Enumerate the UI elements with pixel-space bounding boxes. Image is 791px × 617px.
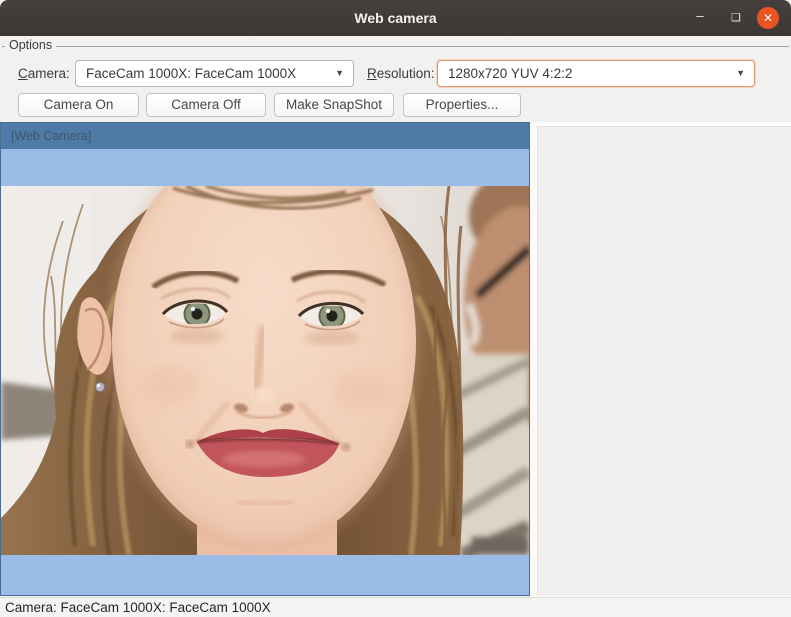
camera-dropdown[interactable]: FaceCam 1000X: FaceCam 1000X ▼ — [75, 60, 354, 87]
camera-label: Camera: — [18, 60, 70, 87]
options-group-legend: Options — [5, 38, 56, 52]
make-snapshot-button[interactable]: Make SnapShot — [274, 93, 394, 117]
minimize-button[interactable]: – — [689, 5, 711, 27]
maximize-button[interactable]: ❑ — [725, 7, 747, 29]
chevron-down-icon: ▼ — [736, 61, 745, 86]
statusbar: Camera: FaceCam 1000X: FaceCam 1000X — [0, 597, 791, 617]
right-side-area — [530, 122, 791, 597]
close-icon: ✕ — [763, 11, 773, 25]
close-button[interactable]: ✕ — [757, 7, 779, 29]
minimize-icon: – — [696, 8, 703, 23]
properties-button[interactable]: Properties... — [403, 93, 521, 117]
video-header-bar: [Web Camera] — [1, 123, 529, 149]
video-letterbox-bottom — [1, 555, 529, 595]
resolution-dropdown[interactable]: 1280x720 YUV 4:2:2 ▼ — [437, 60, 755, 87]
resolution-dropdown-value: 1280x720 YUV 4:2:2 — [448, 66, 572, 81]
window-title: Web camera — [0, 0, 791, 36]
web-camera-window: { "titlebar": { "title": "Web camera", "… — [0, 0, 791, 617]
video-preview: [Web Camera] — [0, 122, 530, 596]
video-letterbox-top — [1, 149, 529, 186]
options-group-frame — [2, 46, 789, 47]
chevron-down-icon: ▼ — [335, 61, 344, 86]
camera-on-button[interactable]: Camera On — [18, 93, 139, 117]
maximize-icon: ❑ — [731, 12, 741, 24]
resolution-label: Resolution: — [367, 60, 435, 87]
video-overlay-label: [Web Camera] — [11, 123, 529, 150]
right-panel — [537, 126, 791, 596]
statusbar-text: Camera: FaceCam 1000X: FaceCam 1000X — [5, 598, 791, 617]
titlebar: Web camera – ❑ ✕ — [0, 0, 791, 36]
camera-dropdown-value: FaceCam 1000X: FaceCam 1000X — [86, 66, 296, 81]
camera-off-button[interactable]: Camera Off — [146, 93, 266, 117]
webcam-photo — [1, 186, 529, 555]
